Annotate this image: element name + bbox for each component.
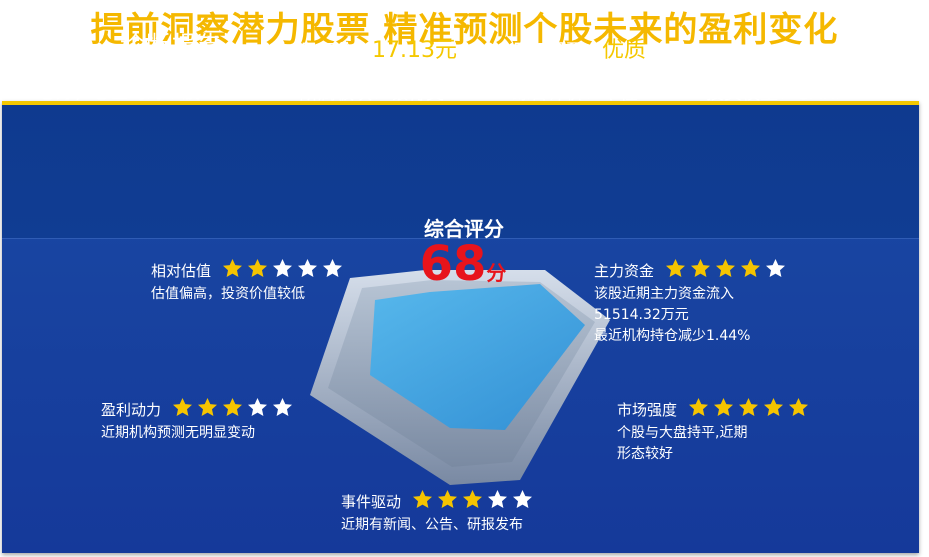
star-filled-icon	[713, 397, 734, 417]
factor-desc-line: 近期有新闻、公告、研报发布	[341, 517, 523, 533]
factor-name: 事件驱动	[341, 492, 402, 511]
overall-label: 综合评价：	[512, 83, 602, 104]
pentagon-radar-graphic	[310, 270, 610, 485]
star-rating	[665, 258, 790, 282]
factor-event-driven: 事件驱动 近期有新闻、公告、研报发布	[341, 489, 537, 536]
sector-value: 银行类	[390, 83, 444, 104]
factor-main-capital: 主力资金 该股近期主力资金流入 51514.32万元最近机构持仓减少1.44%	[594, 258, 790, 347]
star-rating	[688, 397, 813, 421]
factor-desc: 估值偏高，投资价值较低	[151, 284, 347, 305]
model-value: GARP	[796, 83, 846, 104]
star-filled-icon	[412, 489, 433, 509]
star-rating	[222, 258, 347, 282]
overall-field: 综合评价：中性	[512, 79, 638, 105]
factor-market-strength: 市场强度 个股与大盘持平,近期 形态较好	[617, 397, 813, 465]
factor-desc-line: 最近机构持仓减少1.44%	[594, 328, 751, 344]
star-empty-icon	[272, 258, 293, 278]
star-filled-icon	[437, 489, 458, 509]
target-price-value: 17.13元	[372, 38, 457, 63]
factor-name: 相对估值	[151, 261, 212, 280]
star-filled-icon	[665, 258, 686, 278]
star-filled-icon	[247, 258, 268, 278]
star-empty-icon	[297, 258, 318, 278]
score-value: 68	[419, 236, 487, 292]
star-filled-icon	[738, 397, 759, 417]
target-stock-field: 目标股票：优质	[512, 32, 646, 64]
star-filled-icon	[222, 258, 243, 278]
model-field: 投资模型：GARP	[706, 79, 846, 105]
star-filled-icon	[788, 397, 809, 417]
star-empty-icon	[322, 258, 343, 278]
sector-label: 所属板块：	[300, 83, 390, 104]
factor-desc: 该股近期主力资金流入 51514.32万元最近机构持仓减少1.44%	[594, 284, 790, 347]
star-empty-icon	[247, 397, 268, 417]
factor-desc-line: 近期机构预测无明显变动	[101, 425, 255, 441]
target-price-field: 目标价：17.13元	[300, 32, 457, 64]
factor-desc-line: 形态较好	[617, 446, 673, 462]
model-label: 投资模型：	[706, 83, 796, 104]
factor-desc: 个股与大盘持平,近期 形态较好	[617, 423, 813, 465]
target-stock-value: 优质	[602, 38, 647, 63]
star-filled-icon	[462, 489, 483, 509]
factor-desc: 近期机构预测无明显变动	[101, 423, 297, 444]
factor-desc: 近期有新闻、公告、研报发布	[341, 515, 537, 536]
star-filled-icon	[222, 397, 243, 417]
factor-name: 盈利动力	[101, 400, 162, 419]
star-rating	[172, 397, 297, 421]
report-greeting: 您好，您查询的个股：	[38, 82, 218, 103]
star-empty-icon	[765, 258, 786, 278]
star-empty-icon	[512, 489, 533, 509]
star-empty-icon	[487, 489, 508, 509]
target-price-label: 目标价：	[300, 41, 372, 62]
factor-name: 主力资金	[594, 261, 655, 280]
factor-desc-line: 估值偏高，投资价值较低	[151, 286, 305, 302]
star-filled-icon	[690, 258, 711, 278]
score-value-block: 68分	[408, 236, 518, 292]
star-filled-icon	[763, 397, 784, 417]
star-rating	[412, 489, 537, 513]
factor-desc-line: 个股与大盘持平,近期	[617, 425, 748, 441]
star-filled-icon	[172, 397, 193, 417]
target-stock-label: 目标股票：	[512, 41, 602, 62]
report-title: 诊断报告	[120, 31, 224, 59]
score-unit: 分	[486, 261, 507, 285]
star-filled-icon	[688, 397, 709, 417]
factor-relative-valuation: 相对估值 估值偏高，投资价值较低	[151, 258, 347, 305]
factor-name: 市场强度	[617, 400, 678, 419]
star-empty-icon	[272, 397, 293, 417]
factor-profit-momentum: 盈利动力 近期机构预测无明显变动	[101, 397, 297, 444]
overall-value: 中性	[602, 83, 638, 104]
factor-desc-line: 51514.32万元	[594, 307, 689, 323]
factor-desc-line: 该股近期主力资金流入	[594, 286, 734, 302]
sector-field: 所属板块：银行类	[300, 79, 444, 105]
play-arrow-icon	[257, 60, 269, 76]
star-filled-icon	[197, 397, 218, 417]
star-filled-icon	[740, 258, 761, 278]
star-filled-icon	[715, 258, 736, 278]
